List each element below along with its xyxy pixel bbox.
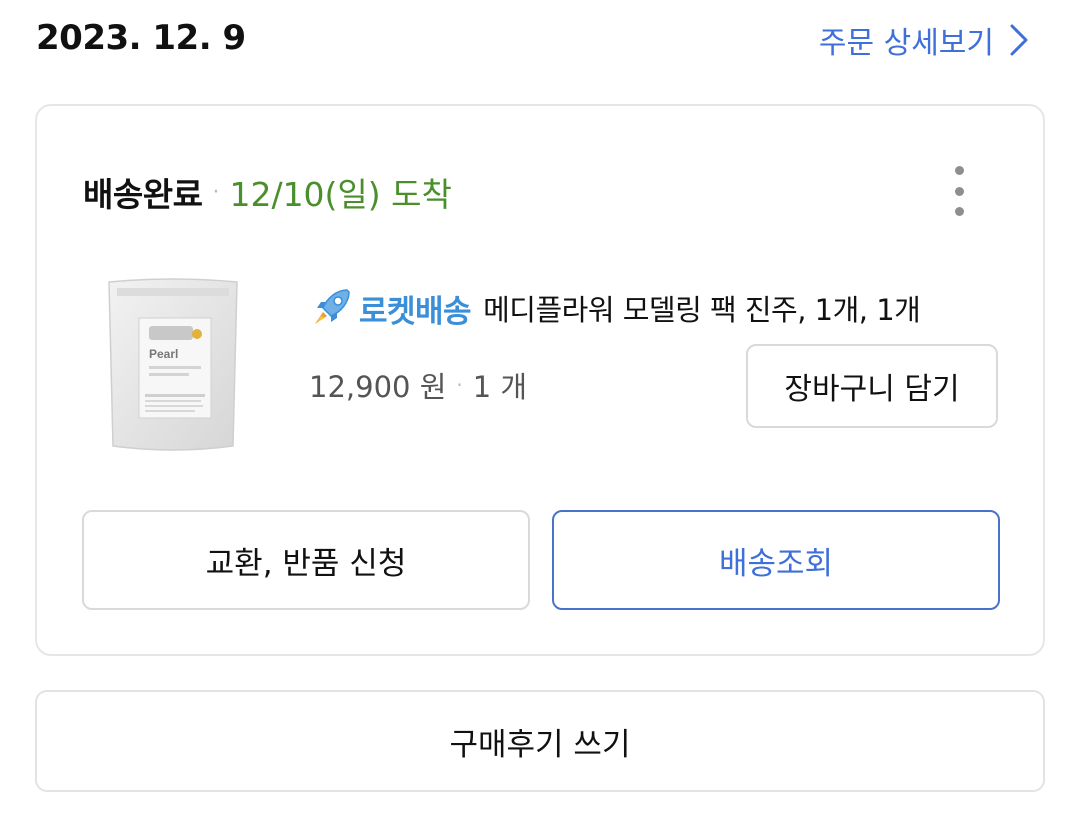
order-detail-label: 주문 상세보기 bbox=[818, 26, 994, 61]
order-detail-link[interactable]: 주문 상세보기 bbox=[819, 18, 1030, 62]
rocket-icon bbox=[315, 289, 350, 324]
product-name: 메디플라워 모델링 팩 진주, 1개, 1개 bbox=[483, 293, 921, 327]
product-thumbnail[interactable]: Pearl bbox=[105, 276, 241, 454]
arrival-date: 12/10(일) 도착 bbox=[229, 175, 452, 214]
delivery-status-row: 배송완료 · 12/10(일) 도착 bbox=[83, 168, 452, 216]
exchange-return-button[interactable]: 교환, 반품 신청 bbox=[82, 510, 530, 610]
more-vertical-icon[interactable] bbox=[947, 166, 971, 216]
rocket-delivery-badge: 로켓배송 bbox=[359, 293, 472, 330]
order-card: 배송완료 · 12/10(일) 도착 Pearl 로켓배송 메디플라워 모델링 … bbox=[35, 104, 1045, 656]
chevron-right-icon bbox=[1010, 24, 1028, 56]
thumbnail-label: Pearl bbox=[149, 347, 178, 361]
product-price: 12,900 원 bbox=[309, 370, 447, 404]
delivery-status: 배송완료 bbox=[83, 175, 203, 214]
track-delivery-button[interactable]: 배송조회 bbox=[552, 510, 1000, 610]
add-to-cart-button[interactable]: 장바구니 담기 bbox=[746, 344, 998, 428]
order-date: 2023. 12. 9 bbox=[36, 18, 246, 58]
product-quantity: 1 개 bbox=[472, 370, 528, 404]
product-title-line[interactable]: 로켓배송 메디플라워 모델링 팩 진주, 1개, 1개 bbox=[307, 284, 921, 332]
write-review-button[interactable]: 구매후기 쓰기 bbox=[35, 690, 1045, 792]
order-page: 2023. 12. 9 주문 상세보기 배송완료 · 12/10(일) 도착 P… bbox=[0, 0, 1080, 816]
price-quantity-row: 12,900 원 · 1 개 bbox=[309, 364, 527, 406]
product-info: 로켓배송 메디플라워 모델링 팩 진주, 1개, 1개 bbox=[307, 284, 921, 332]
price-separator: · bbox=[456, 373, 463, 397]
status-separator: · bbox=[212, 179, 220, 205]
